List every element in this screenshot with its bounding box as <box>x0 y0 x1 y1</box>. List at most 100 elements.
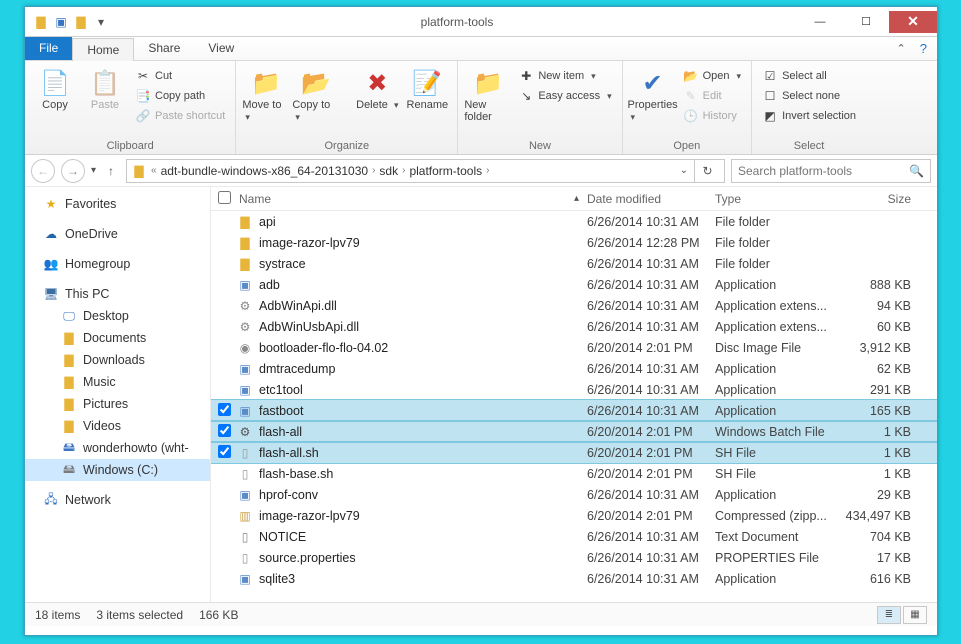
minimize-button[interactable]: — <box>797 11 843 33</box>
file-row[interactable]: ▣sqlite36/26/2014 10:31 AMApplication616… <box>211 568 937 589</box>
invert-selection-button[interactable]: ◩Invert selection <box>758 107 860 125</box>
select-all-button[interactable]: ☑Select all <box>758 67 860 85</box>
history-button[interactable]: 🕒History <box>679 107 745 125</box>
qat-customize-chevron-icon[interactable]: ▾ <box>93 14 109 30</box>
header-date[interactable]: Date modified <box>587 192 715 206</box>
nav-pane[interactable]: ★Favorites ☁OneDrive 👥Homegroup 🖥This PC… <box>25 187 211 602</box>
ribbon-tabs: File Home Share View ⌃ ? <box>25 37 937 61</box>
move-to-button[interactable]: 📁Move to <box>242 63 290 139</box>
tab-share[interactable]: Share <box>134 37 194 60</box>
copy-button[interactable]: 📄Copy <box>31 63 79 139</box>
nav-thispc[interactable]: 🖥This PC <box>25 283 210 305</box>
expand-ribbon-icon[interactable]: ⌃ <box>897 42 906 55</box>
tab-home[interactable]: Home <box>72 38 134 61</box>
header-checkbox[interactable] <box>211 191 237 207</box>
new-folder-icon[interactable]: ▇ <box>73 14 89 30</box>
back-button[interactable]: ← <box>31 159 55 183</box>
chevron-left-icon[interactable]: « <box>147 165 161 176</box>
details-view-button[interactable]: ≣ <box>877 606 901 624</box>
cut-button[interactable]: ✂Cut <box>131 67 229 85</box>
nav-videos[interactable]: ▇Videos <box>25 415 210 437</box>
file-row[interactable]: ▇image-razor-lpv796/26/2014 12:28 PMFile… <box>211 232 937 253</box>
up-button[interactable]: ↑ <box>102 161 120 181</box>
nav-onedrive[interactable]: ☁OneDrive <box>25 223 210 245</box>
new-item-button[interactable]: ✚New item <box>514 67 615 85</box>
crumb-adt[interactable]: adt-bundle-windows-x86_64-20131030 <box>161 164 368 178</box>
nav-wonderhowto[interactable]: 🖴wonderhowto (wht- <box>25 437 210 459</box>
file-size: 616 KB <box>843 572 919 586</box>
file-rows[interactable]: ▇api6/26/2014 10:31 AMFile folder▇image-… <box>211 211 937 602</box>
properties-button[interactable]: ✔Properties <box>629 63 677 139</box>
breadcrumb-bar[interactable]: ▇ « adt-bundle-windows-x86_64-20131030 ›… <box>126 159 725 183</box>
file-type: Application <box>715 572 843 586</box>
nav-downloads[interactable]: ▇Downloads <box>25 349 210 371</box>
header-size[interactable]: Size <box>843 192 919 206</box>
file-row[interactable]: ▣adb6/26/2014 10:31 AMApplication888 KB <box>211 274 937 295</box>
nav-desktop[interactable]: 🖵Desktop <box>25 305 210 327</box>
copy-path-button[interactable]: 📑Copy path <box>131 87 229 105</box>
forward-button[interactable]: → <box>61 159 85 183</box>
tab-view[interactable]: View <box>194 37 248 60</box>
easy-access-button[interactable]: ↘Easy access <box>514 87 615 105</box>
nav-pictures[interactable]: ▇Pictures <box>25 393 210 415</box>
select-all-checkbox[interactable] <box>218 191 231 204</box>
file-row[interactable]: ⚙flash-all6/20/2014 2:01 PMWindows Batch… <box>211 421 937 442</box>
file-size: 291 KB <box>843 383 919 397</box>
file-row[interactable]: ▣etc1tool6/26/2014 10:31 AMApplication29… <box>211 379 937 400</box>
close-button[interactable]: ✕ <box>889 11 937 33</box>
nav-music[interactable]: ▇Music <box>25 371 210 393</box>
file-row[interactable]: ⚙AdbWinApi.dll6/26/2014 10:31 AMApplicat… <box>211 295 937 316</box>
search-box[interactable]: 🔍 <box>731 159 931 183</box>
edit-button[interactable]: ✎Edit <box>679 87 745 105</box>
nav-homegroup[interactable]: 👥Homegroup <box>25 253 210 275</box>
address-dropdown-chevron-icon[interactable]: ⌄ <box>674 165 694 176</box>
nav-favorites[interactable]: ★Favorites <box>25 193 210 215</box>
header-name[interactable]: Name▴ <box>237 192 587 206</box>
file-date: 6/20/2014 2:01 PM <box>587 509 715 523</box>
row-checkbox[interactable] <box>218 424 231 437</box>
file-row[interactable]: ▣hprof-conv6/26/2014 10:31 AMApplication… <box>211 484 937 505</box>
new-folder-button[interactable]: 📁New folder <box>464 63 512 139</box>
file-row[interactable]: ▣dmtracedump6/26/2014 10:31 AMApplicatio… <box>211 358 937 379</box>
app-icon: ▣ <box>237 361 253 377</box>
maximize-button[interactable]: ☐ <box>843 11 889 33</box>
file-date: 6/20/2014 2:01 PM <box>587 467 715 481</box>
file-row[interactable]: ▇systrace6/26/2014 10:31 AMFile folder <box>211 253 937 274</box>
file-date: 6/26/2014 10:31 AM <box>587 404 715 418</box>
file-row[interactable]: ▯flash-all.sh6/20/2014 2:01 PMSH File1 K… <box>211 442 937 463</box>
app-icon: ▣ <box>237 487 253 503</box>
paste-shortcut-button[interactable]: 🔗Paste shortcut <box>131 107 229 125</box>
refresh-button[interactable]: ↻ <box>694 160 720 182</box>
file-row[interactable]: ▯NOTICE6/26/2014 10:31 AMText Document70… <box>211 526 937 547</box>
header-type[interactable]: Type <box>715 192 843 206</box>
tab-file[interactable]: File <box>25 37 72 60</box>
delete-button[interactable]: ✖Delete <box>353 63 401 139</box>
search-input[interactable] <box>738 164 909 178</box>
recent-locations-chevron-icon[interactable]: ▾ <box>91 165 96 176</box>
file-row[interactable]: ⚙AdbWinUsbApi.dll6/26/2014 10:31 AMAppli… <box>211 316 937 337</box>
icons-view-button[interactable]: ▦ <box>903 606 927 624</box>
crumb-platformtools[interactable]: platform-tools <box>409 164 482 178</box>
network-icon: 🖧 <box>43 492 59 508</box>
copy-to-button[interactable]: 📂Copy to <box>292 63 340 139</box>
file-row[interactable]: ▣fastboot6/26/2014 10:31 AMApplication16… <box>211 400 937 421</box>
select-none-button[interactable]: ☐Select none <box>758 87 860 105</box>
file-row[interactable]: ▥image-razor-lpv796/20/2014 2:01 PMCompr… <box>211 505 937 526</box>
file-row[interactable]: ◉bootloader-flo-flo-04.026/20/2014 2:01 … <box>211 337 937 358</box>
properties-icon[interactable]: ▣ <box>53 14 69 30</box>
help-icon[interactable]: ? <box>920 41 927 56</box>
nav-network[interactable]: 🖧Network <box>25 489 210 511</box>
nav-windows-c[interactable]: 🖴Windows (C:) <box>25 459 210 481</box>
row-checkbox[interactable] <box>218 403 231 416</box>
row-checkbox[interactable] <box>218 445 231 458</box>
paste-button[interactable]: 📋Paste <box>81 63 129 139</box>
rename-button[interactable]: 📝Rename <box>403 63 451 139</box>
copy-path-icon: 📑 <box>135 88 151 104</box>
file-size: 704 KB <box>843 530 919 544</box>
file-row[interactable]: ▯source.properties6/26/2014 10:31 AMPROP… <box>211 547 937 568</box>
crumb-sdk[interactable]: sdk <box>379 164 398 178</box>
open-button[interactable]: 📂Open <box>679 67 745 85</box>
file-row[interactable]: ▇api6/26/2014 10:31 AMFile folder <box>211 211 937 232</box>
nav-documents[interactable]: ▇Documents <box>25 327 210 349</box>
file-row[interactable]: ▯flash-base.sh6/20/2014 2:01 PMSH File1 … <box>211 463 937 484</box>
